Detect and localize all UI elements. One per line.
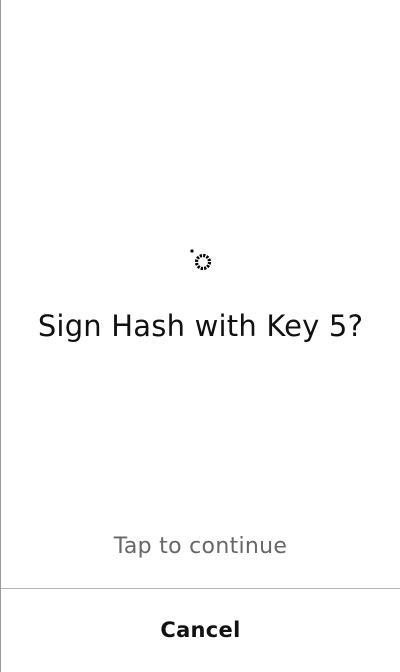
signature-pen-icon bbox=[187, 246, 215, 274]
page-title: Sign Hash with Key 5? bbox=[37, 309, 364, 343]
cancel-button[interactable]: Cancel bbox=[1, 589, 400, 672]
tap-to-continue-area[interactable]: Sign Hash with Key 5? Tap to continue bbox=[1, 0, 400, 588]
tap-to-continue-hint: Tap to continue bbox=[113, 534, 288, 559]
signing-confirmation-screen: Sign Hash with Key 5? Tap to continue Ca… bbox=[0, 0, 400, 672]
